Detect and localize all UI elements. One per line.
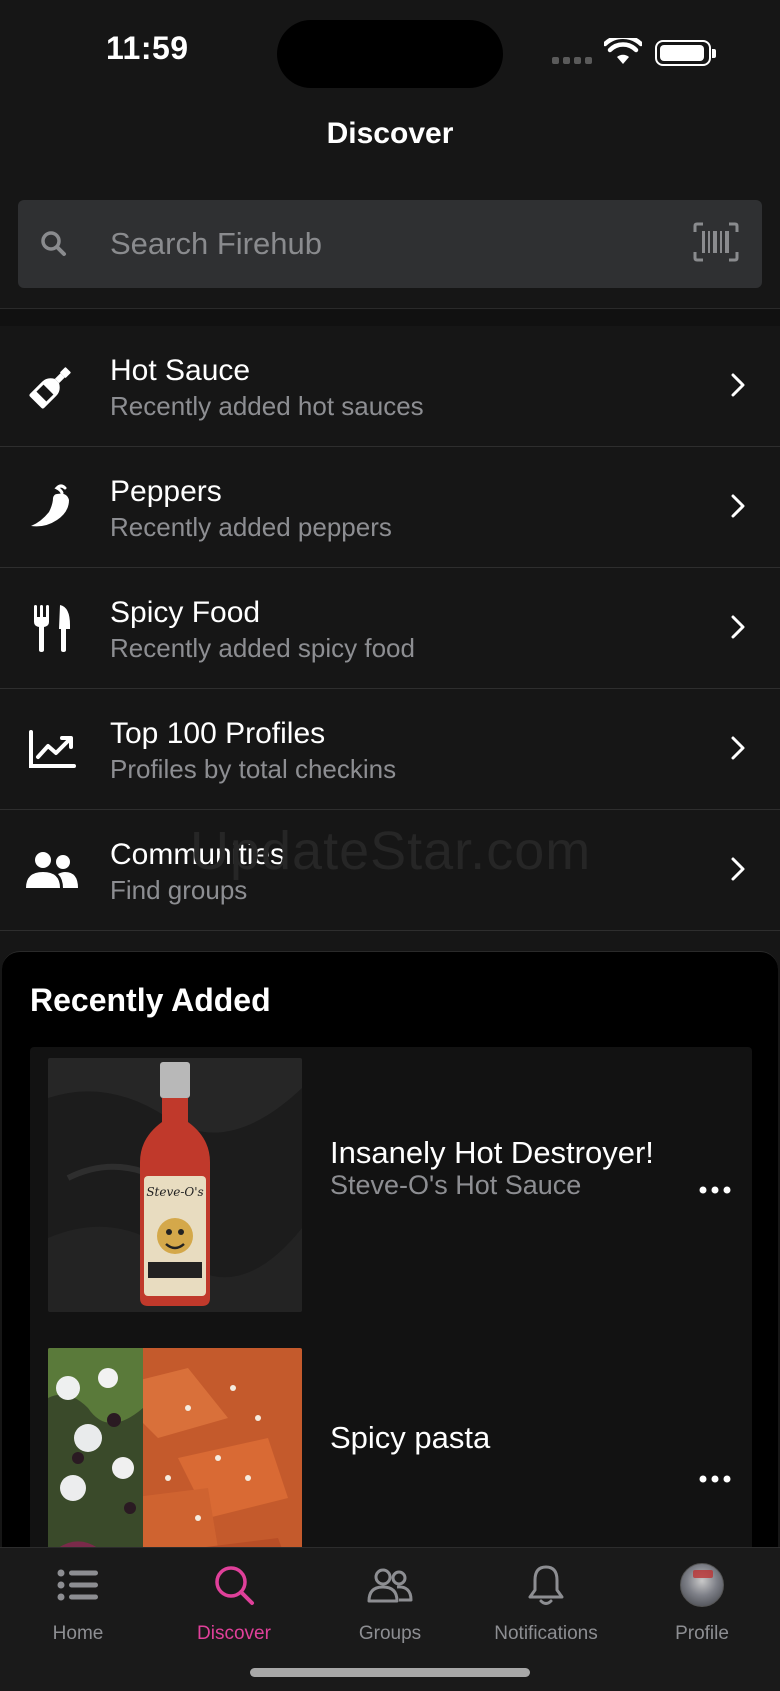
category-subtitle: Recently added hot sauces [110, 391, 424, 421]
bottle-icon [24, 360, 80, 412]
category-title: Top 100 Profiles [110, 717, 326, 750]
category-row-hot-sauce[interactable]: Hot Sauce Recently added hot sauces [0, 326, 780, 447]
chevron-right-icon [731, 615, 745, 639]
header-divider [0, 308, 780, 326]
more-options-icon[interactable] [698, 1185, 732, 1195]
tab-groups[interactable]: Groups [312, 1548, 468, 1658]
discover-screen: 11:59 Discover Search Firehub Hot Sauce … [0, 0, 780, 1691]
chevron-right-icon [731, 494, 745, 518]
category-title: Hot Sauce [110, 354, 251, 387]
search-icon [209, 1562, 259, 1608]
avatar [677, 1562, 727, 1608]
category-row-top-profiles[interactable]: Top 100 Profiles Profiles by total check… [0, 689, 780, 810]
tab-profile[interactable]: Profile [624, 1548, 780, 1658]
dynamic-island [277, 20, 503, 88]
item-title: Spicy pasta [330, 1420, 491, 1455]
tab-notifications[interactable]: Notifications [468, 1548, 624, 1658]
category-subtitle: Recently added peppers [110, 512, 392, 542]
category-subtitle: Recently added spicy food [110, 633, 415, 663]
wifi-icon [604, 38, 642, 64]
item-brand: Steve-O's Hot Sauce [330, 1170, 582, 1200]
chevron-right-icon [731, 736, 745, 760]
tab-label: Groups [358, 1623, 422, 1644]
people-icon [24, 844, 80, 896]
chevron-right-icon [731, 857, 745, 881]
tab-home[interactable]: Home [0, 1548, 156, 1658]
trending-chart-icon [24, 723, 80, 775]
chevron-right-icon [731, 373, 745, 397]
category-subtitle: Profiles by total checkins [110, 754, 397, 784]
category-row-spicy-food[interactable]: Spicy Food Recently added spicy food [0, 568, 780, 689]
category-title: Spicy Food [110, 596, 261, 629]
tab-label: Home [52, 1623, 104, 1644]
search-bar[interactable] [18, 200, 762, 288]
watermark: UpdateStar.com [190, 821, 592, 881]
bell-icon [521, 1562, 571, 1608]
tab-label: Notifications [494, 1623, 598, 1644]
list-icon [53, 1562, 103, 1608]
search-icon [41, 231, 66, 256]
category-title: Peppers [110, 475, 222, 508]
barcode-scan-icon[interactable] [692, 222, 740, 262]
category-row-peppers[interactable]: Peppers Recently added peppers [0, 447, 780, 568]
section-heading: Recently Added [30, 982, 271, 1018]
battery-icon [655, 40, 716, 66]
tab-label: Profile [675, 1623, 729, 1644]
cellular-signal-icon [552, 57, 594, 65]
home-indicator [250, 1668, 530, 1677]
people-outline-icon [365, 1562, 415, 1608]
hot-sauce-thumbnail: Steve-O's [48, 1058, 302, 1312]
more-options-icon[interactable] [698, 1474, 732, 1484]
bottle-brand-text: Steve-O's [146, 1185, 203, 1199]
tab-discover[interactable]: Discover [156, 1548, 312, 1658]
item-title: Insanely Hot Destroyer! [330, 1135, 654, 1170]
pepper-icon [24, 481, 80, 533]
fork-knife-icon [24, 602, 80, 654]
status-time: 11:59 [106, 30, 189, 66]
list-item[interactable]: Steve-O's Insanely Hot Destroyer! Steve-… [30, 1047, 752, 1312]
tab-label: Discover [197, 1623, 271, 1644]
search-input[interactable] [90, 200, 690, 288]
page-title: Discover [326, 117, 454, 150]
